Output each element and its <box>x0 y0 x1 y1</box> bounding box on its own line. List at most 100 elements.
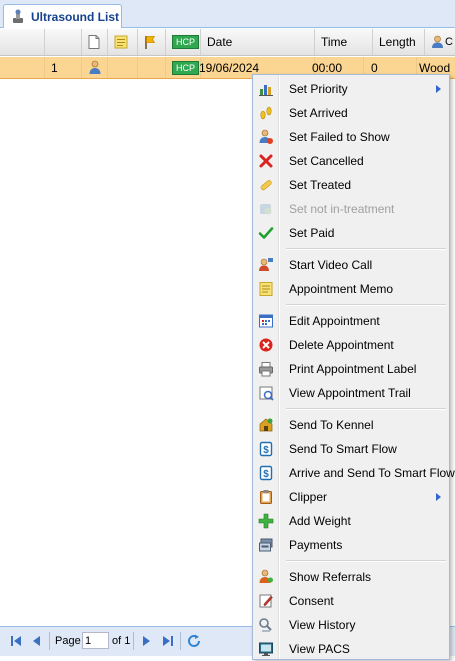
menu-item-delete-appointment[interactable]: Delete Appointment <box>254 333 448 357</box>
menu-item-label: Set Failed to Show <box>289 130 390 144</box>
tab-ultrasound-list[interactable]: Ultrasound List <box>3 4 122 28</box>
header-cell-number[interactable] <box>45 29 82 55</box>
header-cell-hcp[interactable]: HCP <box>166 29 201 55</box>
menu-item-print-appointment-label[interactable]: Print Appointment Label <box>254 357 448 381</box>
header-cell-memo[interactable] <box>108 29 138 55</box>
row-cell-flag <box>138 57 166 78</box>
svg-text:$: $ <box>263 469 269 480</box>
menu-item-consent[interactable]: Consent <box>254 589 448 613</box>
menu-item-label: Set Cancelled <box>289 154 364 168</box>
menu-item-label: Send To Kennel <box>289 418 374 432</box>
priority-chart-icon <box>259 85 273 96</box>
menu-item-label: Delete Appointment <box>289 338 394 352</box>
bandage-icon <box>260 180 272 191</box>
memo-icon <box>259 282 273 296</box>
menu-item-label: Payments <box>289 538 343 552</box>
menu-item-send-to-smart-flow[interactable]: $ Send To Smart Flow <box>254 437 448 461</box>
previous-page-icon[interactable] <box>29 633 45 649</box>
video-call-icon <box>259 258 273 271</box>
tab-bar: Ultrasound List <box>0 0 455 28</box>
menu-item-arrive-and-send-to-smart-flow[interactable]: $ Arrive and Send To Smart Flow <box>254 461 455 485</box>
row-date: 19/06/2024 <box>199 60 260 75</box>
trail-icon <box>259 386 274 401</box>
menu-item-label: Set Paid <box>289 226 335 240</box>
menu-item-label: Start Video Call <box>289 258 373 272</box>
grid-header: HCP Date Time Length C <box>0 29 455 56</box>
submenu-arrow-icon <box>436 493 441 501</box>
menu-item-label: Arrive and Send To Smart Flow <box>289 466 455 480</box>
menu-item-set-not-in-treatment: Set not in-treatment <box>254 197 448 221</box>
consent-pen-icon <box>259 594 273 608</box>
first-page-icon[interactable] <box>8 633 24 649</box>
menu-item-label: Clipper <box>289 490 328 504</box>
last-page-icon[interactable] <box>160 633 176 649</box>
not-in-treatment-icon <box>260 204 272 215</box>
menu-separator <box>286 248 446 250</box>
payments-icon <box>259 538 273 552</box>
menu-item-start-video-call[interactable]: Start Video Call <box>254 253 448 277</box>
pager-divider <box>180 632 181 650</box>
menu-item-set-paid[interactable]: Set Paid <box>254 221 448 245</box>
header-cell-document[interactable] <box>82 29 108 55</box>
menu-item-show-referrals[interactable]: Show Referrals <box>254 565 448 589</box>
page-label: Page <box>55 635 81 647</box>
check-icon <box>258 227 274 239</box>
header-time-label: Time <box>321 35 348 49</box>
header-clinician-label: C <box>445 36 453 48</box>
menu-item-label: View Appointment Trail <box>289 386 411 400</box>
menu-separator <box>286 408 446 410</box>
red-x-icon <box>259 154 273 168</box>
menu-item-view-appointment-trail[interactable]: View Appointment Trail <box>254 381 448 405</box>
document-icon <box>88 35 100 49</box>
menu-item-add-weight[interactable]: Add Weight <box>254 509 448 533</box>
header-cell-clinician[interactable]: C <box>425 29 455 55</box>
menu-item-label: View PACS <box>289 642 350 656</box>
menu-item-clipper[interactable]: Clipper <box>254 485 448 509</box>
menu-item-label: Send To Smart Flow <box>289 442 397 456</box>
row-cell-select[interactable] <box>0 57 45 78</box>
header-cell-time[interactable]: Time <box>315 29 373 55</box>
menu-item-label: Set Priority <box>289 82 348 96</box>
pager-divider <box>133 632 134 650</box>
menu-item-view-history[interactable]: View History <box>254 613 448 637</box>
next-page-icon[interactable] <box>138 633 154 649</box>
memo-icon <box>114 35 128 49</box>
menu-item-set-treated[interactable]: Set Treated <box>254 173 448 197</box>
pacs-monitor-icon <box>259 642 273 656</box>
kennel-icon <box>259 418 273 432</box>
menu-item-label: Set not in-treatment <box>289 202 395 216</box>
green-plus-icon <box>258 513 274 529</box>
refresh-icon[interactable] <box>186 633 202 649</box>
header-cell-length[interactable]: Length <box>373 29 425 55</box>
header-date-label: Date <box>207 35 233 49</box>
row-cell-number: 1 <box>45 57 82 78</box>
menu-item-payments[interactable]: Payments <box>254 533 448 557</box>
row-cell-memo <box>108 57 138 78</box>
clinician-icon <box>432 35 443 48</box>
menu-separator <box>286 560 446 562</box>
menu-item-label: View History <box>289 618 356 632</box>
row-cell-patient[interactable] <box>82 57 108 78</box>
menu-item-appointment-memo[interactable]: Appointment Memo <box>254 277 448 301</box>
smart-flow-icon: $ <box>259 465 273 481</box>
menu-item-label: Print Appointment Label <box>289 362 417 376</box>
page-number-input[interactable] <box>82 632 109 649</box>
header-cell-date[interactable]: Date <box>201 29 315 55</box>
header-cell-flag[interactable] <box>138 29 166 55</box>
menu-item-label: Appointment Memo <box>289 282 394 296</box>
smart-flow-icon: $ <box>259 441 273 457</box>
svg-text:$: $ <box>263 445 269 456</box>
ultrasound-icon <box>13 9 23 23</box>
menu-item-label: Set Treated <box>289 178 352 192</box>
menu-item-edit-appointment[interactable]: Edit Appointment <box>254 309 448 333</box>
menu-item-send-to-kennel[interactable]: Send To Kennel <box>254 413 448 437</box>
menu-item-view-pacs[interactable]: View PACS <box>254 637 448 661</box>
menu-item-set-failed-to-show[interactable]: Set Failed to Show <box>254 125 448 149</box>
menu-item-label: Set Arrived <box>289 106 348 120</box>
menu-item-set-priority[interactable]: Set Priority <box>254 77 448 101</box>
menu-item-set-arrived[interactable]: Set Arrived <box>254 101 448 125</box>
failed-person-icon <box>259 129 273 144</box>
header-cell-select[interactable] <box>0 29 45 55</box>
menu-item-set-cancelled[interactable]: Set Cancelled <box>254 149 448 173</box>
patient-icon <box>89 60 101 74</box>
